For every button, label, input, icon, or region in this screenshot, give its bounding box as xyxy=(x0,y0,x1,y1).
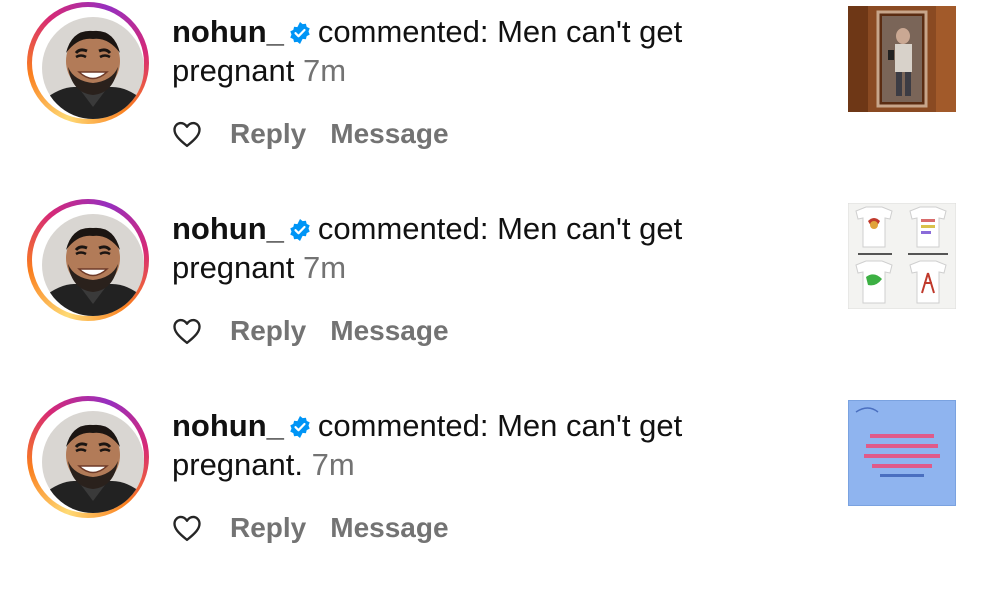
avatar[interactable] xyxy=(42,411,144,513)
heart-icon[interactable] xyxy=(172,514,202,542)
heart-icon[interactable] xyxy=(172,317,202,345)
reply-button[interactable]: Reply xyxy=(230,118,306,150)
notification-text: nohun_ commented: Men can't get pregnant … xyxy=(172,209,812,287)
verified-badge-icon xyxy=(290,219,310,241)
comment-text-cont: pregnant xyxy=(172,53,295,88)
verified-badge-icon xyxy=(290,416,310,438)
comment-text-cont: pregnant. xyxy=(172,447,303,482)
notification-text: nohun_ commented: Men can't get pregnant.… xyxy=(172,406,812,484)
comment-text-cont: pregnant xyxy=(172,250,295,285)
notification-actions: Reply Message xyxy=(172,506,449,550)
notification-item[interactable]: nohun_ commented: Men can't get pregnant … xyxy=(0,197,988,394)
post-thumbnail[interactable] xyxy=(848,400,956,506)
reply-button[interactable]: Reply xyxy=(230,512,306,544)
message-button[interactable]: Message xyxy=(330,315,448,347)
notification-item[interactable]: nohun_ commented: Men can't get pregnant.… xyxy=(0,394,988,591)
heart-icon[interactable] xyxy=(172,120,202,148)
comment-text: commented: Men can't get xyxy=(317,14,683,49)
reply-button[interactable]: Reply xyxy=(230,315,306,347)
comment-text: commented: Men can't get xyxy=(317,211,683,246)
notification-actions: Reply Message xyxy=(172,309,449,353)
timestamp: 7m xyxy=(311,447,355,482)
post-thumbnail[interactable] xyxy=(848,6,956,112)
timestamp: 7m xyxy=(303,250,347,285)
post-thumbnail[interactable] xyxy=(848,203,956,309)
message-button[interactable]: Message xyxy=(330,512,448,544)
username-link[interactable]: nohun_ xyxy=(172,211,284,246)
verified-badge-icon xyxy=(290,22,310,44)
story-ring[interactable] xyxy=(27,396,149,518)
comment-text: commented: Men can't get xyxy=(317,408,683,443)
avatar[interactable] xyxy=(42,17,144,119)
timestamp: 7m xyxy=(303,53,347,88)
message-button[interactable]: Message xyxy=(330,118,448,150)
notification-actions: Reply Message xyxy=(172,112,449,156)
story-ring[interactable] xyxy=(27,199,149,321)
story-ring[interactable] xyxy=(27,2,149,124)
notification-item[interactable]: nohun_ commented: Men can't get pregnant … xyxy=(0,0,988,197)
username-link[interactable]: nohun_ xyxy=(172,408,284,443)
notification-text: nohun_ commented: Men can't get pregnant … xyxy=(172,12,812,90)
avatar[interactable] xyxy=(42,214,144,316)
username-link[interactable]: nohun_ xyxy=(172,14,284,49)
